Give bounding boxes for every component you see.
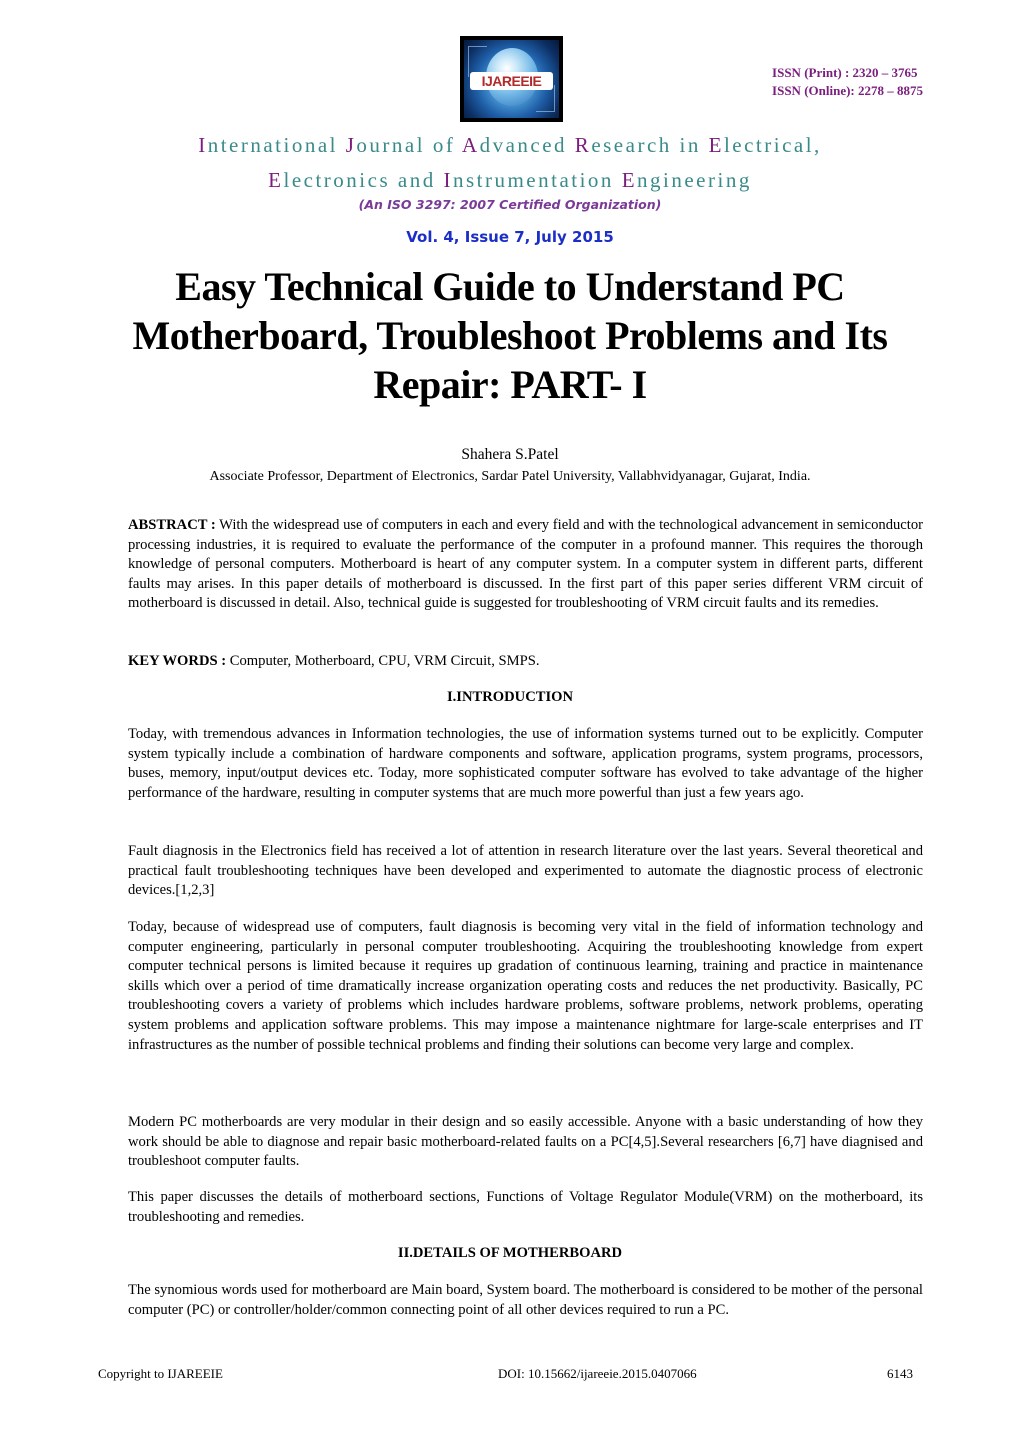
author-name: Shahera S.Patel (461, 446, 559, 463)
footer-doi: DOI: 10.15662/ijareeie.2015.0407066 (498, 1366, 697, 1381)
issn-block: ISSN (Print) : 2320 – 3765 ISSN (Online)… (772, 64, 923, 100)
abstract-label: ABSTRACT : (128, 517, 216, 533)
journal-initial: I (198, 133, 208, 157)
journal-initial: E (268, 168, 284, 192)
issn-print: ISSN (Print) : 2320 – 3765 (772, 65, 918, 80)
section-heading-introduction: I.INTRODUCTION (446, 689, 574, 705)
section-heading-details-of-motherboard: II.DETAILS OF MOTHERBOARD (397, 1245, 623, 1261)
keywords-label: KEY WORDS : (128, 653, 227, 669)
paragraph: Today, because of widespread use of comp… (128, 919, 923, 1053)
journal-initial: A (461, 133, 480, 157)
paragraph: Modern PC motherboards are very modular … (128, 1114, 923, 1170)
journal-initial: E (621, 168, 638, 192)
keywords-text: Computer, Motherboard, CPU, VRM Circuit,… (226, 653, 540, 669)
journal-name-line-1: International Journal of Advanced Resear… (0, 133, 1020, 158)
paragraph: Today, with tremendous advances in Infor… (128, 726, 923, 801)
paragraph: The synomious words used for motherboard… (128, 1282, 923, 1318)
journal-initial: R (574, 133, 592, 157)
journal-word: ournal of (356, 133, 462, 157)
journal-name-line-2: Electronics and Instrumentation Engineer… (0, 168, 1020, 193)
volume-issue: Vol. 4, Issue 7, July 2015 (406, 228, 614, 246)
paper-title: Easy Technical Guide to Understand PC Mo… (132, 264, 889, 407)
paragraph: This paper discusses the details of moth… (128, 1189, 923, 1225)
circuit-globe-icon: IJAREEIE (464, 40, 559, 118)
journal-word: nstrumentation (452, 168, 622, 192)
journal-initial: J (345, 133, 357, 157)
journal-word: dvanced (479, 133, 575, 157)
paragraph: Fault diagnosis in the Electronics field… (128, 843, 923, 899)
footer-copyright: Copyright to IJAREEIE (98, 1366, 223, 1381)
iso-certification-note: (An ISO 3297: 2007 Certified Organizatio… (358, 197, 662, 212)
author-affiliation: Associate Professor, Department of Elect… (209, 469, 811, 484)
journal-word: lectronics and (283, 168, 444, 192)
abstract: ABSTRACT : With the widespread use of co… (128, 516, 923, 614)
journal-word: ngineering (637, 168, 752, 192)
journal-initial: E (708, 133, 724, 157)
journal-logo: IJAREEIE (460, 36, 563, 122)
journal-word: lectrical, (723, 133, 822, 157)
logo-text: IJAREEIE (470, 72, 553, 90)
journal-initial: I (443, 168, 453, 192)
issn-online: ISSN (Online): 2278 – 8875 (772, 83, 923, 98)
keywords: KEY WORDS : Computer, Motherboard, CPU, … (128, 652, 923, 672)
footer-page-number: 6143 (887, 1366, 913, 1381)
journal-word: esearch in (591, 133, 709, 157)
abstract-text: With the widespread use of computers in … (128, 517, 923, 612)
journal-word: nternational (207, 133, 346, 157)
